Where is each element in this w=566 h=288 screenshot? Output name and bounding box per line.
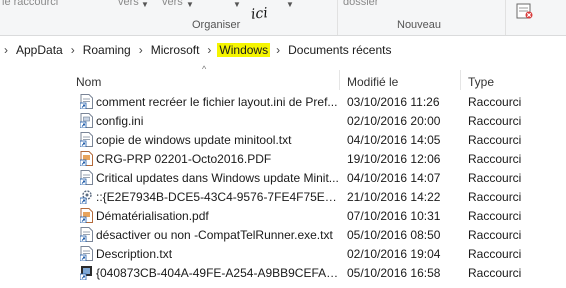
file-name: {040873CB-404A-49FE-A254-A9BB9CEFAEA5} <box>96 266 340 280</box>
file-modified: 05/10/2016 16:58 <box>347 266 441 280</box>
file-type: Raccourci <box>468 247 522 261</box>
sort-ascending-icon: ^ <box>202 64 207 74</box>
address-bar[interactable]: › AppData › Roaming › Microsoft › Window… <box>0 38 566 62</box>
breadcrumb: › AppData › Roaming › Microsoft › Window… <box>0 41 394 59</box>
properties-icon[interactable] <box>514 2 536 22</box>
file-modified: 19/10/2016 12:06 <box>347 152 441 166</box>
file-name: Critical updates dans Windows update Min… <box>96 171 339 185</box>
list-item[interactable]: comment recréer le fichier layout.ini de… <box>66 92 566 111</box>
file-modified: 04/10/2016 14:07 <box>347 171 441 185</box>
text-file-shortcut-icon <box>80 170 93 185</box>
file-modified: 05/10/2016 08:50 <box>347 228 441 242</box>
file-name: désactiver ou non -CompatTelRunner.exe.t… <box>96 228 333 242</box>
file-modified: 02/10/2016 19:04 <box>347 247 441 261</box>
list-item[interactable]: CRG-PRP 02201-Octo2016.PDF 19/10/2016 12… <box>66 149 566 168</box>
file-name: copie de windows update minitool.txt <box>96 133 292 147</box>
chevron-right-icon[interactable]: › <box>133 43 149 57</box>
app-shortcut-icon <box>80 266 92 280</box>
file-type: Raccourci <box>468 95 522 109</box>
file-name: comment recréer le fichier layout.ini de… <box>96 95 338 109</box>
file-modified: 07/10/2016 10:31 <box>347 209 441 223</box>
file-type: Raccourci <box>468 114 522 128</box>
column-header-modified[interactable]: Modifié le <box>347 75 398 89</box>
file-name: config.ini <box>96 114 144 128</box>
rename-dropdown-arrow-icon[interactable]: ▼ <box>286 0 294 9</box>
chevron-right-icon[interactable]: › <box>270 43 286 57</box>
breadcrumb-windows[interactable]: Windows <box>217 43 271 57</box>
text-file-shortcut-icon <box>80 94 93 109</box>
file-type: Raccourci <box>468 228 522 242</box>
file-type: Raccourci <box>468 171 522 185</box>
ribbon-separator <box>505 0 506 35</box>
list-item[interactable]: Description.txt 02/10/2016 19:04 Raccour… <box>66 244 566 263</box>
file-type: Raccourci <box>468 190 522 204</box>
list-item[interactable]: config.ini 02/10/2016 20:00 Raccourci <box>66 111 566 130</box>
ribbon-new-folder-button[interactable]: dossier <box>343 0 378 8</box>
ribbon-group-nouveau: Nouveau <box>397 19 442 31</box>
column-divider[interactable] <box>460 70 461 90</box>
file-type: Raccourci <box>468 152 522 166</box>
ribbon: le raccourci vers ▼ vers ▼ ▼ ▼ dossier O… <box>0 0 566 36</box>
settings-shortcut-icon <box>80 190 92 204</box>
file-name: Description.txt <box>96 247 173 261</box>
list-item[interactable]: Critical updates dans Windows update Min… <box>66 168 566 187</box>
column-divider[interactable] <box>339 70 340 90</box>
pdf-file-shortcut-icon <box>80 208 93 223</box>
chevron-right-icon[interactable]: › <box>0 43 14 57</box>
column-header-type[interactable]: Type <box>468 75 494 89</box>
delete-dropdown-arrow-icon[interactable]: ▼ <box>233 0 241 9</box>
list-item[interactable]: ::{E2E7934B-DCE5-43C4-9576-7FE4F75E7480}… <box>66 187 566 206</box>
file-list: ^ Nom Modifié le Type comment recréer le… <box>66 64 566 288</box>
ini-file-shortcut-icon <box>80 113 93 128</box>
breadcrumb-documents-recents[interactable]: Documents récents <box>286 43 393 57</box>
text-file-shortcut-icon <box>80 227 93 242</box>
text-file-shortcut-icon <box>80 132 93 147</box>
file-type: Raccourci <box>468 133 522 147</box>
chevron-right-icon[interactable]: › <box>65 43 81 57</box>
ribbon-group-organiser: Organiser <box>192 19 241 31</box>
file-name: Dématérialisation.pdf <box>96 209 209 223</box>
breadcrumb-microsoft[interactable]: Microsoft <box>149 43 202 57</box>
move-dropdown-arrow-icon[interactable]: ▼ <box>141 0 149 9</box>
list-item[interactable]: {040873CB-404A-49FE-A254-A9BB9CEFAEA5} 0… <box>66 263 566 282</box>
column-header-name[interactable]: Nom <box>76 75 101 89</box>
list-item[interactable]: désactiver ou non -CompatTelRunner.exe.t… <box>66 225 566 244</box>
ribbon-separator <box>337 0 338 35</box>
file-name: ::{E2E7934B-DCE5-43C4-9576-7FE4F75E7480} <box>96 190 340 204</box>
file-modified: 21/10/2016 14:22 <box>347 190 441 204</box>
list-header: ^ Nom Modifié le Type <box>66 64 566 90</box>
file-type: Raccourci <box>468 209 522 223</box>
pdf-file-shortcut-icon <box>80 151 93 166</box>
file-name: CRG-PRP 02201-Octo2016.PDF <box>96 152 272 166</box>
breadcrumb-appdata[interactable]: AppData <box>14 43 65 57</box>
file-modified: 03/10/2016 11:26 <box>347 95 440 109</box>
file-modified: 02/10/2016 20:00 <box>347 114 441 128</box>
list-item[interactable]: copie de windows update minitool.txt 04/… <box>66 130 566 149</box>
ribbon-top-left-label: le raccourci <box>2 0 59 8</box>
file-modified: 04/10/2016 14:05 <box>347 133 441 147</box>
copy-dropdown-arrow-icon[interactable]: ▼ <box>186 0 194 9</box>
file-type: Raccourci <box>468 266 522 280</box>
list-item[interactable]: Dématérialisation.pdf 07/10/2016 10:31 R… <box>66 206 566 225</box>
ribbon-copy-button[interactable]: vers <box>162 0 183 8</box>
text-file-shortcut-icon <box>80 246 93 261</box>
breadcrumb-roaming[interactable]: Roaming <box>81 43 133 57</box>
ribbon-move-button[interactable]: vers <box>118 0 139 8</box>
chevron-right-icon[interactable]: › <box>201 43 217 57</box>
